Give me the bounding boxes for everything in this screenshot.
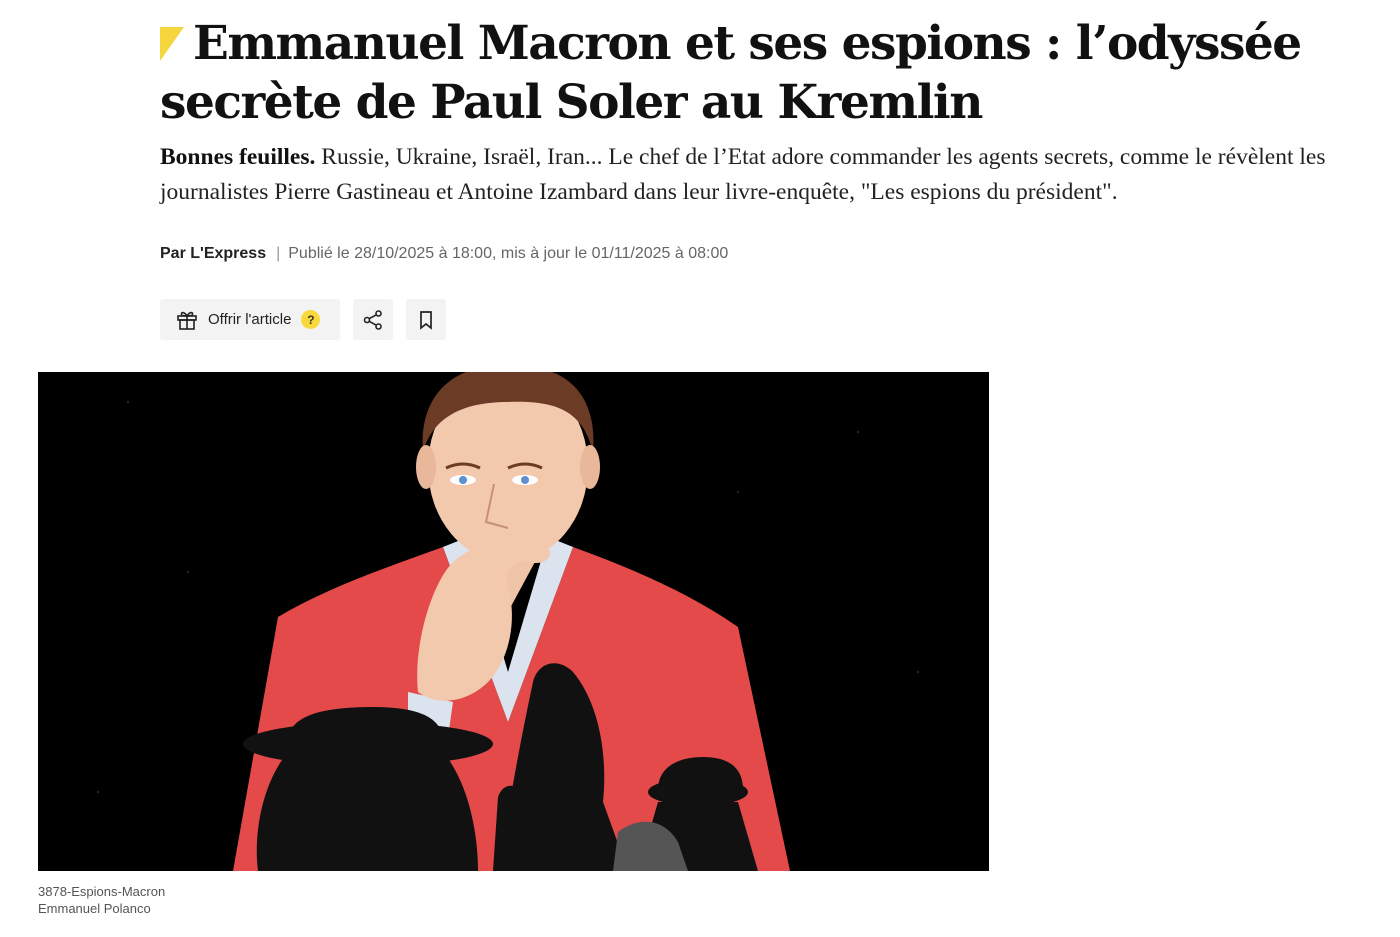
gift-icon [177,311,197,330]
bookmark-icon [420,310,432,330]
byline-dates: Publié le 28/10/2025 à 18:00, mis à jour… [288,245,729,262]
caption-title: 3878-Espions-Macron [38,884,166,899]
caption-credit: Emmanuel Polanco [38,901,151,916]
article-illustration [38,372,989,871]
standfirst-lead: Bonnes feuilles. [160,144,316,170]
offer-article-button[interactable]: Offrir l'article ? [160,299,340,340]
macron-spies-illustration [38,372,989,871]
byline-separator: | [276,245,281,262]
offer-help-icon[interactable]: ? [301,310,321,329]
byline: Par L'Express | Publié le 28/10/2025 à 18:… [160,245,728,263]
article-title-text: Emmanuel Macron et ses espions : l’odyss… [160,16,1302,130]
share-button[interactable] [353,299,393,340]
share-icon [363,309,382,330]
article-standfirst: Bonnes feuilles. Russie, Ukraine, Israël… [160,140,1380,210]
bookmark-button[interactable] [406,299,446,340]
byline-author[interactable]: Par L'Express [160,245,266,262]
offer-article-label: Offrir l'article [208,311,292,328]
article-title: Emmanuel Macron et ses espions : l’odyss… [160,14,1340,132]
standfirst-text: Russie, Ukraine, Israël, Iran... Le chef… [160,144,1326,205]
image-caption: 3878-Espions-Macron Emmanuel Polanco [38,883,165,917]
